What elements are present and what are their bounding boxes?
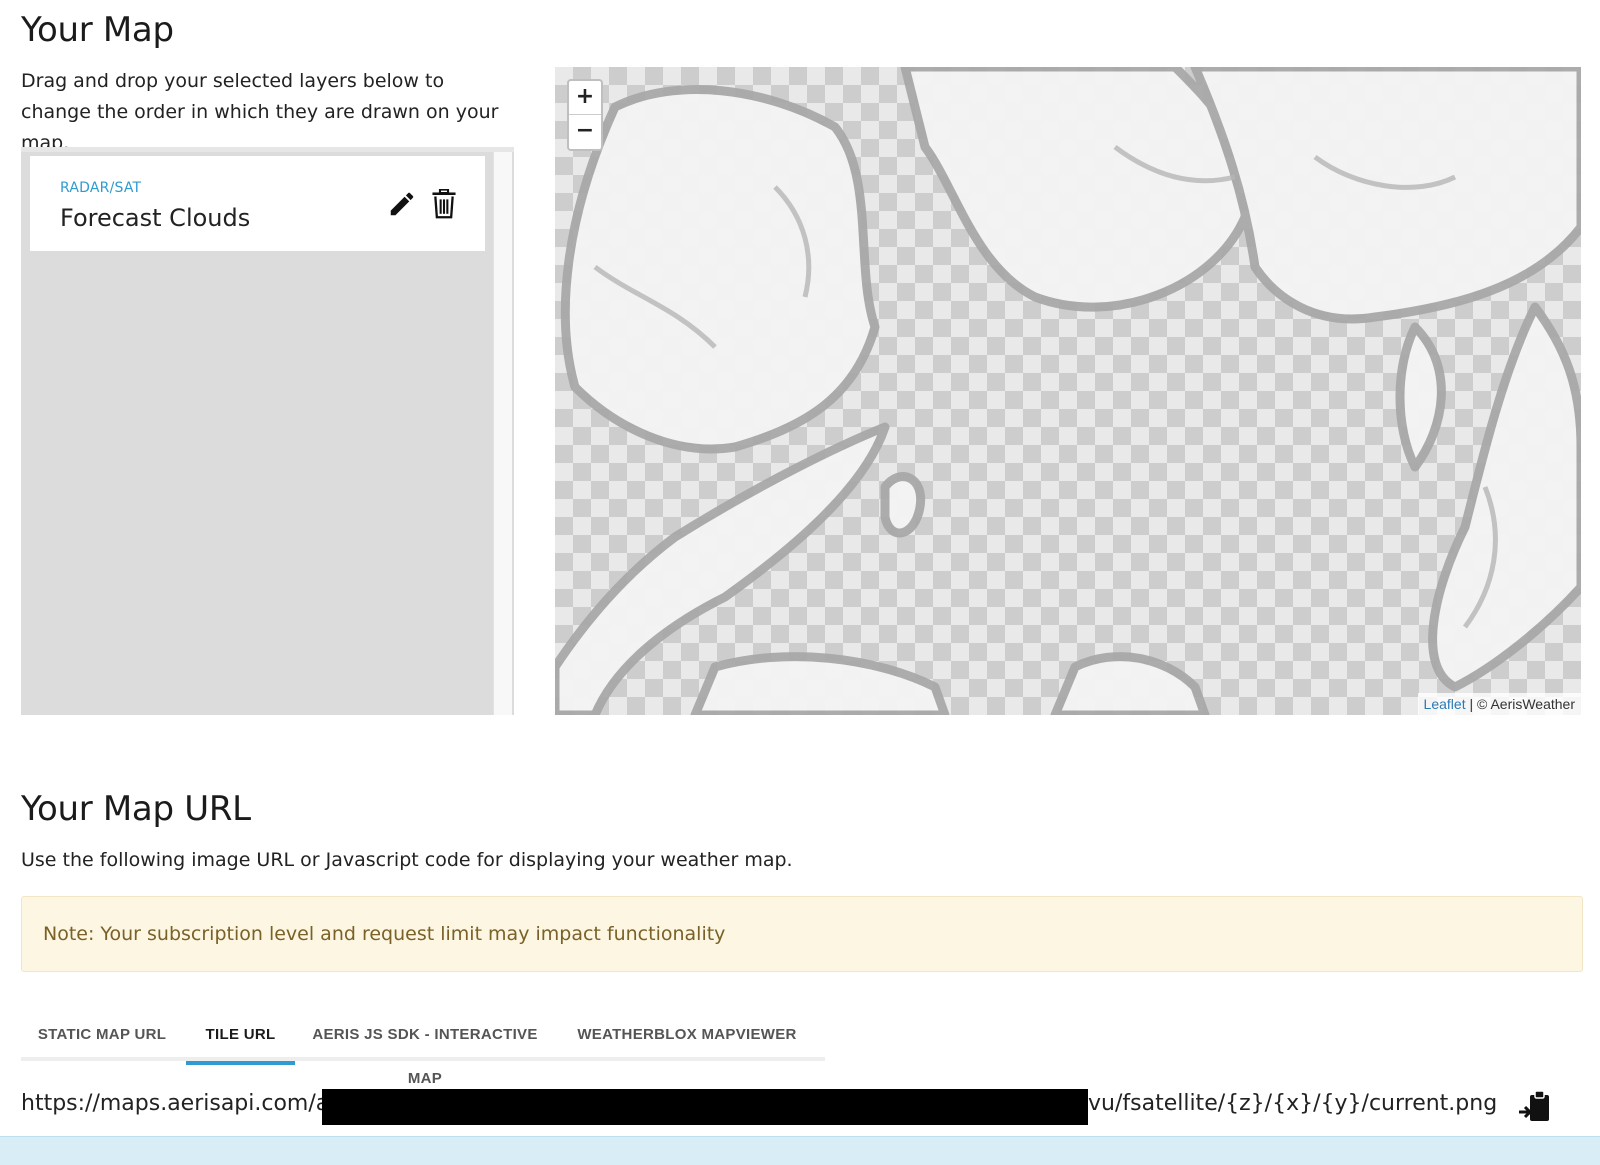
map-attribution: Leaflet | © AerisWeather — [1417, 693, 1581, 715]
section-description: Use the following image URL or Javascrip… — [21, 849, 793, 871]
delete-layer-button[interactable] — [430, 188, 458, 219]
info-alert — [0, 1136, 1600, 1165]
layer-name: Forecast Clouds — [60, 204, 251, 232]
clipboard-icon — [1519, 1090, 1549, 1121]
tile-url-suffix: vu/fsatellite/{z}/{x}/{y}/current.png — [1088, 1091, 1498, 1116]
edit-layer-button[interactable] — [387, 189, 417, 219]
pencil-icon — [390, 192, 414, 216]
layer-card[interactable]: RADAR/SAT Forecast Clouds — [30, 156, 485, 251]
tab-weatherblox-mapviewer[interactable]: WEATHERBLOX MAPVIEWER — [571, 1013, 803, 1061]
trash-icon — [432, 188, 456, 219]
zoom-out-button[interactable]: − — [569, 115, 601, 149]
page-title: Your Map — [21, 10, 174, 50]
subscription-note: Note: Your subscription level and reques… — [21, 896, 1583, 972]
attribution-text: | © AerisWeather — [1465, 696, 1575, 712]
map-view[interactable]: + − Leaflet | © AerisWeather — [555, 67, 1581, 715]
tile-url-prefix: https://maps.aerisapi.com/an — [21, 1091, 344, 1116]
tab-tile-url[interactable]: TILE URL — [186, 1013, 295, 1065]
url-tabs: STATIC MAP URL TILE URL AERIS JS SDK - I… — [21, 1013, 825, 1087]
tab-aeris-js-sdk[interactable]: AERIS JS SDK - INTERACTIVE MAP — [298, 1013, 552, 1087]
layers-list: RADAR/SAT Forecast Clouds — [21, 147, 514, 715]
leaflet-link[interactable]: Leaflet — [1424, 696, 1466, 712]
layer-category: RADAR/SAT — [60, 180, 142, 196]
layers-scrollbar[interactable] — [493, 152, 512, 715]
layers-instructions: Drag and drop your selected layers below… — [21, 70, 499, 154]
copy-url-button[interactable] — [1518, 1090, 1552, 1126]
section-title: Your Map URL — [21, 789, 251, 829]
zoom-in-button[interactable]: + — [569, 81, 601, 115]
zoom-control: + − — [567, 79, 603, 151]
redacted-key — [322, 1089, 1088, 1125]
tab-static-map-url[interactable]: STATIC MAP URL — [21, 1013, 183, 1061]
cloud-layer — [555, 67, 1581, 715]
